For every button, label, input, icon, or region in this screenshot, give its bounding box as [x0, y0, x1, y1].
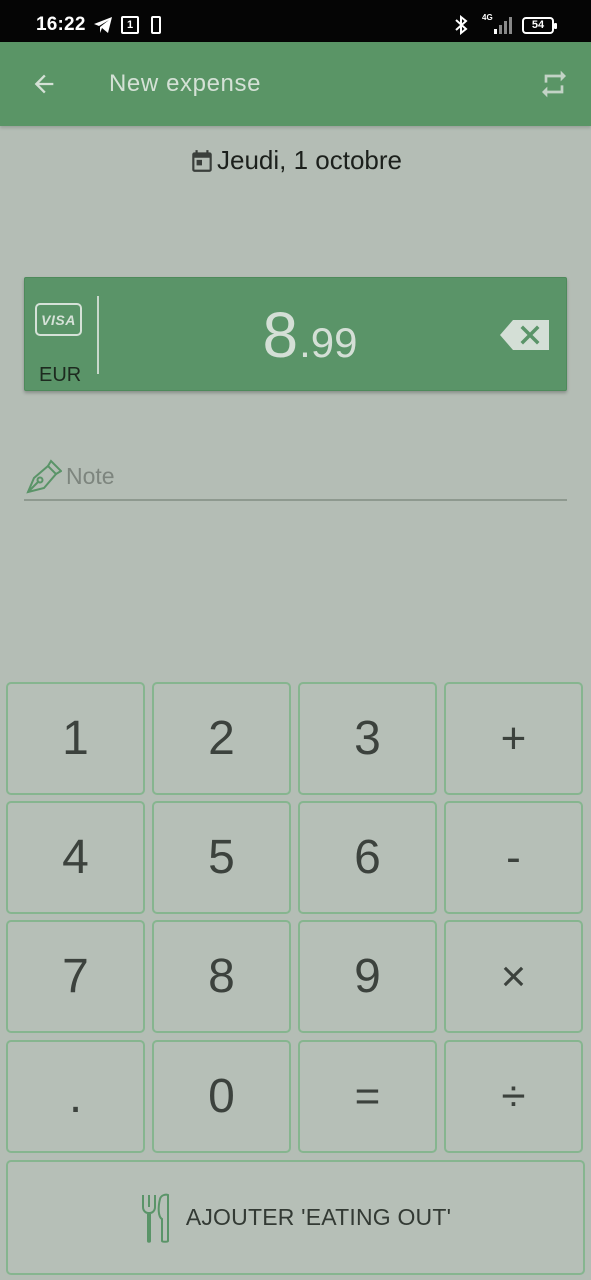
app-bar: New expense: [0, 42, 591, 126]
card-divider: [97, 296, 99, 374]
key-divide[interactable]: ÷: [444, 1040, 583, 1153]
visa-card-icon: VISA: [35, 303, 82, 336]
phone-icon: [151, 16, 161, 34]
key-plus[interactable]: +: [444, 682, 583, 795]
arrow-back-icon: [34, 74, 54, 94]
key-4[interactable]: 4: [6, 801, 145, 914]
key-decimal[interactable]: .: [6, 1040, 145, 1153]
add-expense-label: AJOUTER 'EATING OUT': [185, 1204, 452, 1230]
payment-method-label: VISA: [41, 311, 76, 328]
amount-value: 8.99: [135, 298, 485, 372]
backspace-button[interactable]: [499, 319, 551, 351]
date-text: Jeudi, 1 octobre: [216, 145, 402, 175]
repeat-button[interactable]: [533, 64, 575, 104]
amount-card: VISA EUR 8.99: [24, 277, 567, 391]
key-0[interactable]: 0: [152, 1040, 291, 1153]
payment-method-selector[interactable]: VISA EUR: [25, 278, 99, 392]
key-7[interactable]: 7: [6, 920, 145, 1033]
key-2[interactable]: 2: [152, 682, 291, 795]
calendar-icon: [192, 149, 212, 172]
note-input[interactable]: [66, 460, 546, 492]
status-time: 16:22: [36, 14, 86, 35]
back-button[interactable]: [24, 64, 64, 104]
date-selector[interactable]: Jeudi, 1 octobre: [0, 145, 591, 176]
page-title: New expense: [109, 70, 262, 97]
key-1[interactable]: 1: [6, 682, 145, 795]
key-8[interactable]: 8: [152, 920, 291, 1033]
battery-level: 54: [531, 19, 545, 31]
currency-label[interactable]: EUR: [39, 364, 81, 387]
amount-integer: 8: [262, 299, 300, 371]
pen-nib-icon: [26, 459, 62, 494]
fork-knife-icon: [141, 1193, 169, 1243]
key-3[interactable]: 3: [298, 682, 437, 795]
telegram-icon: [93, 16, 113, 39]
notification-count: 1: [126, 19, 134, 31]
key-5[interactable]: 5: [152, 801, 291, 914]
key-minus[interactable]: -: [444, 801, 583, 914]
key-equals[interactable]: =: [298, 1040, 437, 1153]
key-multiply[interactable]: ×: [444, 920, 583, 1033]
notification-count-icon: 1: [121, 16, 139, 34]
bluetooth-icon: [454, 14, 468, 40]
note-field: [24, 458, 567, 501]
add-expense-button[interactable]: AJOUTER 'EATING OUT': [6, 1160, 585, 1275]
amount-decimal: .99: [299, 319, 358, 366]
battery-icon: 54: [522, 17, 557, 34]
signal-icon: 4G: [480, 13, 514, 35]
backspace-icon: [500, 320, 549, 350]
status-bar: 16:22 1 4G 54: [0, 0, 591, 42]
key-6[interactable]: 6: [298, 801, 437, 914]
repeat-icon: [542, 70, 566, 98]
key-9[interactable]: 9: [298, 920, 437, 1033]
